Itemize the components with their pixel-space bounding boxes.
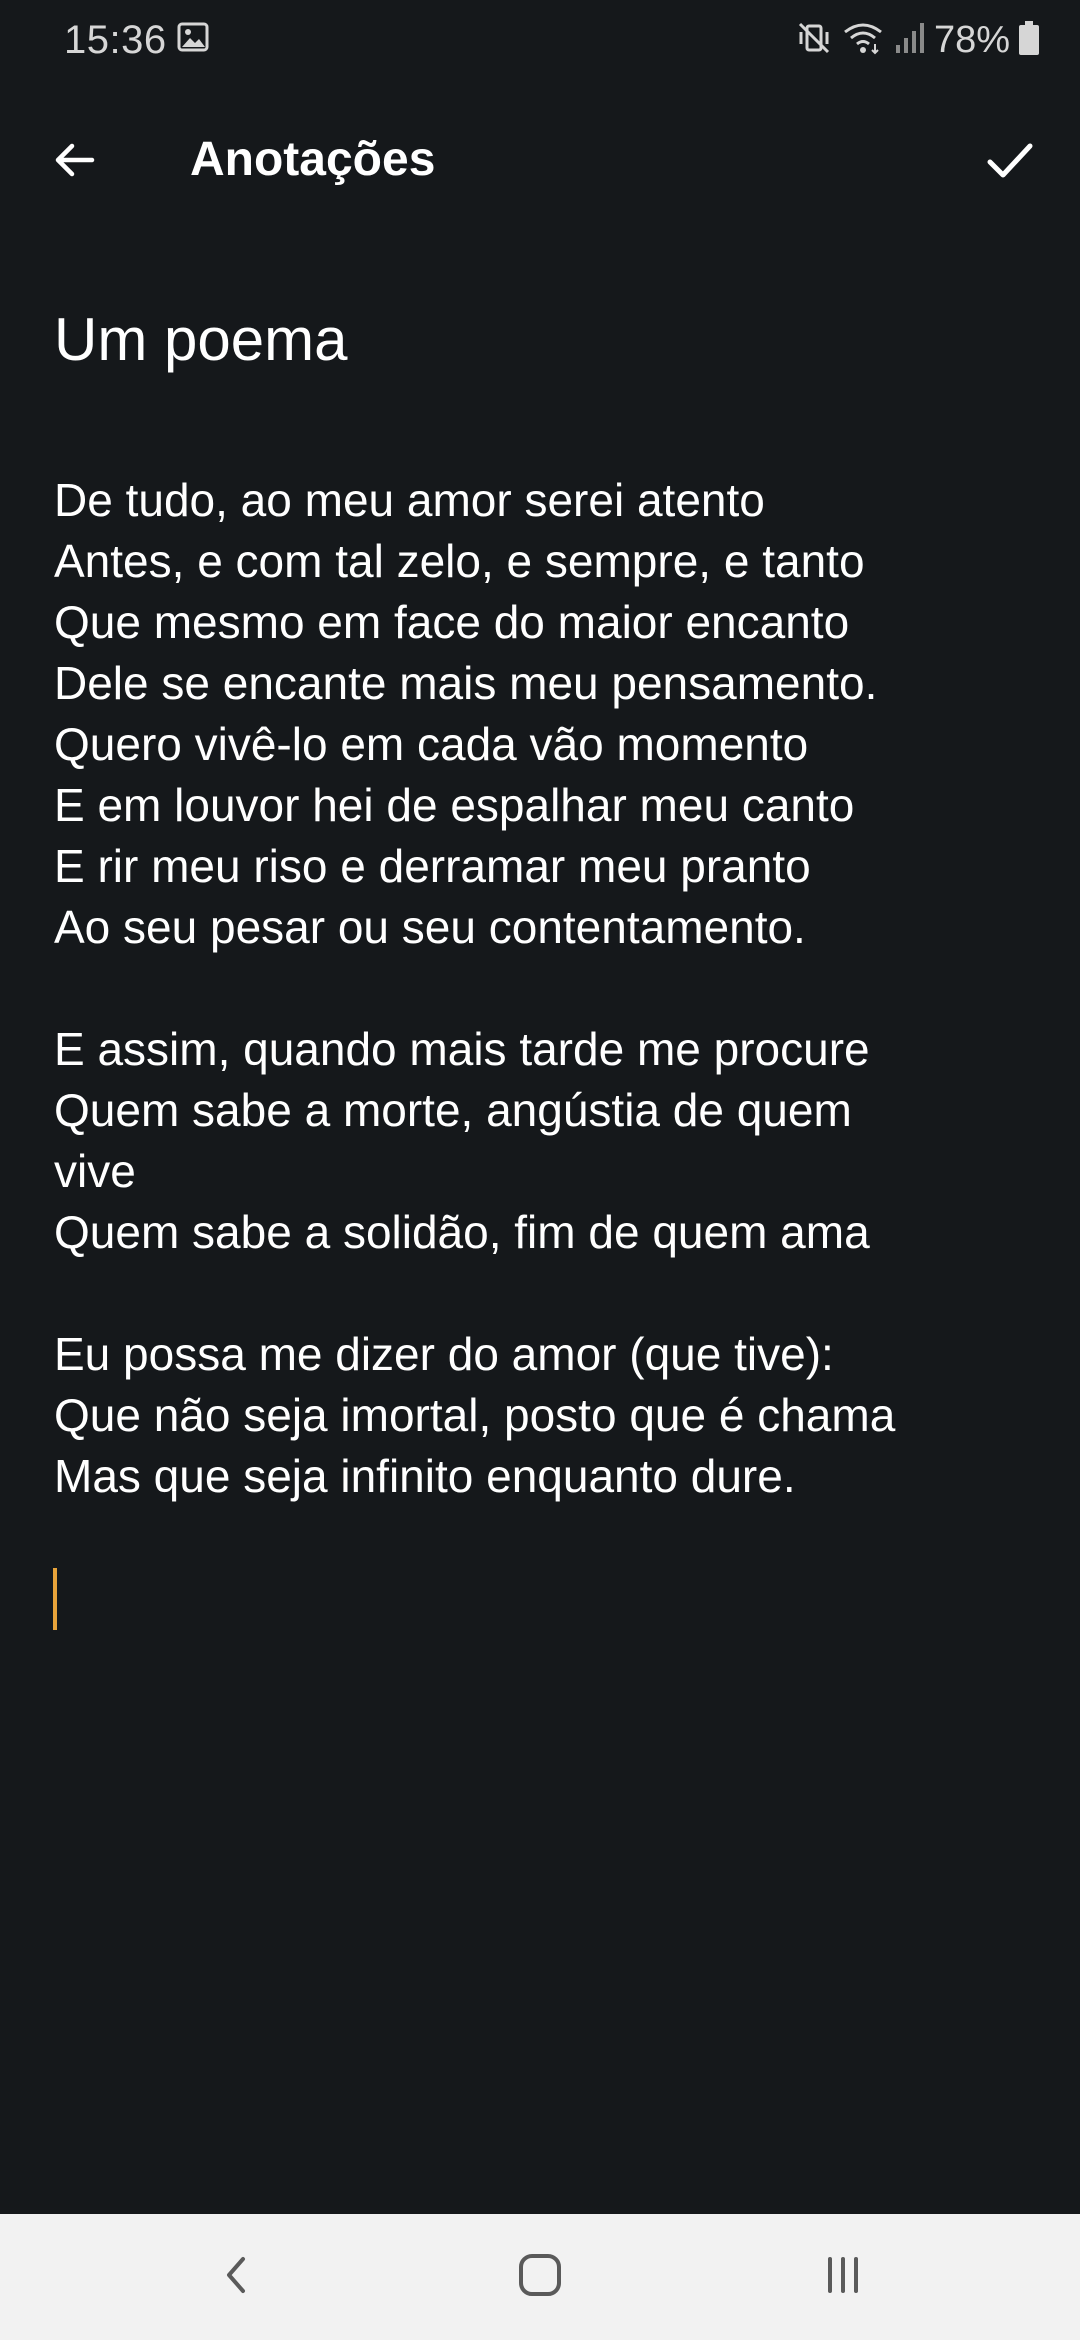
note-line: Antes, e com tal zelo, e sempre, e tanto	[54, 535, 865, 587]
note-line: Mas que seja infinito enquanto dure.	[54, 1450, 796, 1502]
note-line: Ao seu pesar ou seu contentamento.	[54, 901, 806, 953]
back-button[interactable]	[36, 124, 112, 200]
notes-editor-screen: 15:36 78% Anotações Um poema De tudo, ao…	[0, 0, 1080, 2340]
page-title: Anotações	[190, 133, 436, 186]
nav-back-icon	[217, 2251, 257, 2304]
nav-back-button[interactable]	[157, 2214, 317, 2340]
status-bar: 15:36 78%	[0, 0, 1080, 80]
note-line: E rir meu riso e derramar meu pranto	[54, 840, 811, 892]
note-line: E assim, quando mais tarde me procure	[54, 1023, 870, 1075]
note-body-field[interactable]: De tudo, ao meu amor serei atento Antes,…	[54, 470, 1044, 1507]
note-line: De tudo, ao meu amor serei atento	[54, 474, 765, 526]
status-time: 15:36	[64, 18, 167, 62]
note-title-field[interactable]: Um poema	[54, 302, 1034, 378]
nav-home-button[interactable]	[460, 2214, 620, 2340]
battery-percentage: 78%	[933, 19, 1010, 61]
note-line	[54, 958, 1044, 1019]
check-icon	[984, 134, 1036, 191]
save-button[interactable]	[970, 122, 1050, 202]
battery-icon	[1018, 20, 1040, 61]
note-line: Que mesmo em face do maior encanto	[54, 596, 850, 648]
mute-vibrate-icon	[796, 20, 832, 61]
nav-home-icon	[516, 2251, 564, 2304]
note-line: Quem sabe a morte, angústia de quem	[54, 1084, 852, 1136]
text-cursor	[53, 1568, 57, 1630]
status-icons: 78%	[796, 16, 1040, 64]
note-line: Quero vivê-lo em cada vão momento	[54, 718, 809, 770]
arrow-left-icon	[50, 136, 98, 189]
note-line: Quem sabe a solidão, fim de quem ama	[54, 1206, 870, 1258]
nav-recents-icon	[821, 2253, 865, 2302]
image-icon	[177, 21, 209, 53]
wifi-icon	[842, 20, 884, 61]
app-bar: Anotações	[0, 96, 1080, 224]
note-line: Que não seja imortal, posto que é chama	[54, 1389, 896, 1441]
note-line	[54, 1263, 1044, 1324]
signal-icon	[894, 21, 924, 60]
nav-recents-button[interactable]	[763, 2214, 923, 2340]
note-line: vive	[54, 1145, 136, 1197]
note-line: Dele se encante mais meu pensamento.	[54, 657, 878, 709]
note-line: E em louvor hei de espalhar meu canto	[54, 779, 855, 831]
system-nav-bar	[0, 2214, 1080, 2340]
note-line: Eu possa me dizer do amor (que tive):	[54, 1328, 834, 1380]
